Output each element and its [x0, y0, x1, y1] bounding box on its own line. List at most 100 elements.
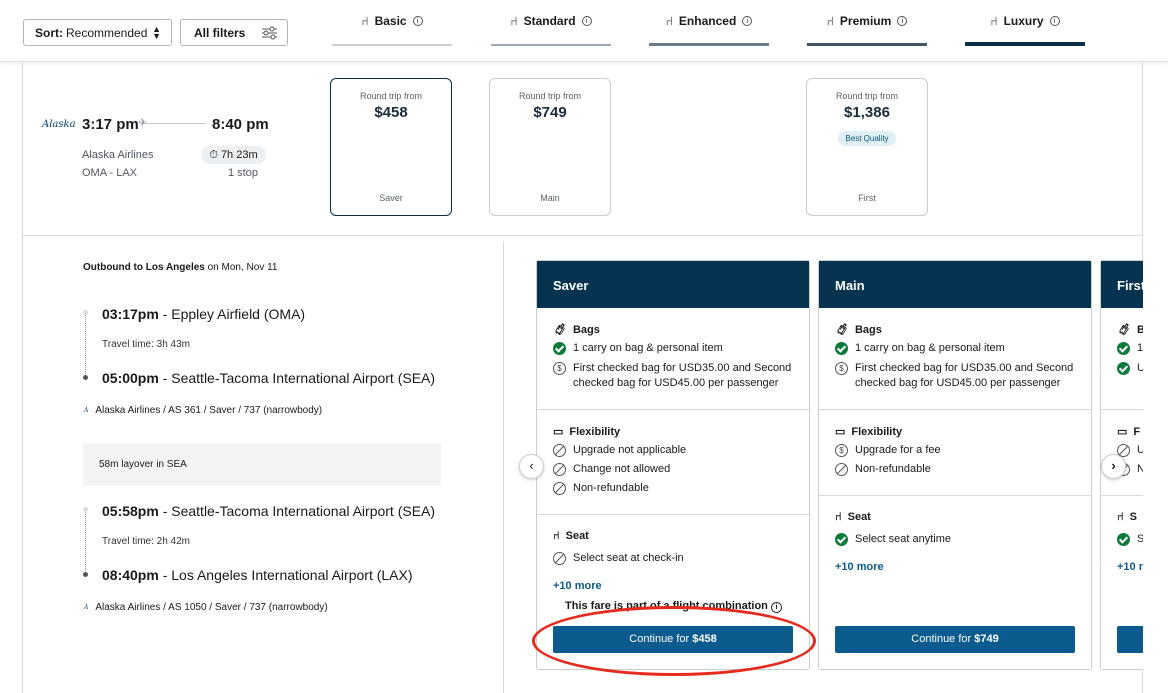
- seg1-leg-text: Alaska Airlines / AS 361 / Saver / 737 (…: [95, 405, 323, 416]
- seat-icon: ⑁: [826, 14, 834, 28]
- price-caption: Round trip from: [835, 91, 899, 101]
- check-icon: [553, 342, 566, 355]
- not-allowed-icon: [553, 552, 566, 565]
- tier-tab-premium[interactable]: ⑁ Premium i: [807, 14, 927, 46]
- all-filters-label: All filters: [194, 25, 246, 40]
- feature-text: 1 carry on bag & personal item: [855, 342, 1005, 354]
- continue-first-button[interactable]: [1117, 626, 1143, 653]
- flexibility-section: ▭ F U N: [1101, 410, 1143, 496]
- fare-title: First: [1101, 261, 1143, 308]
- segment-dot: [83, 375, 88, 380]
- airline-name: Alaska Airlines: [82, 149, 154, 161]
- feature-text: Upgrade not applicable: [573, 444, 687, 456]
- tier-tab-luxury[interactable]: ⑁ Luxury i: [965, 14, 1085, 46]
- section-title: B: [1136, 323, 1143, 336]
- bag-icon: 🧳︎: [1117, 324, 1131, 336]
- fare-title: Saver: [537, 261, 809, 308]
- seg1-arrival: 05:00pm - Seattle-Tacoma International A…: [102, 370, 435, 386]
- sort-prefix: Sort:: [35, 25, 63, 40]
- flexibility-section: ▭ Flexibility Upgrade not applicable Chan…: [537, 410, 809, 515]
- fee-icon: $: [835, 362, 848, 375]
- check-icon: [835, 533, 848, 546]
- seat-plus-icon: ⑁: [665, 14, 673, 28]
- chevron-left-icon: ‹: [529, 458, 534, 473]
- info-icon[interactable]: i: [897, 16, 908, 26]
- price-card-first[interactable]: Round trip from $1,386 Best Quality Firs…: [806, 78, 928, 216]
- tier-label: Basic: [374, 14, 407, 28]
- tier-bar: [332, 44, 452, 46]
- fare-title: Main: [819, 261, 1091, 308]
- seg1-arr-place: - Seattle-Tacoma International Airport (…: [158, 370, 436, 386]
- tier-bar: [807, 43, 927, 46]
- seat-section: ⑁ Seat Select seat anytime: [819, 496, 1091, 547]
- seg2-dep-time: 05:58pm: [102, 503, 159, 519]
- route-codes: OMA - LAX: [82, 167, 138, 179]
- seat-icon: ⑁: [361, 14, 369, 28]
- fare-name: Main: [540, 193, 560, 203]
- info-icon[interactable]: i: [581, 16, 592, 26]
- more-features-link[interactable]: +10 m: [1117, 561, 1143, 573]
- outbound-header: Outbound to Los Angeles on Mon, Nov 11: [83, 262, 277, 273]
- seat-section: ⑁ S S: [1101, 496, 1143, 547]
- sort-dropdown[interactable]: Sort: Recommended ▲ ▼: [23, 19, 172, 46]
- seg2-arr-place: - Los Angeles International Airport (LAX…: [158, 567, 413, 583]
- more-features-link[interactable]: +10 more: [553, 580, 809, 592]
- price-caption: Round trip from: [518, 91, 582, 101]
- price-card-main[interactable]: Round trip from $749 Main: [489, 78, 611, 216]
- highlight-annotation: [532, 606, 816, 676]
- outbound-destination: Outbound to Los Angeles: [83, 262, 205, 273]
- seg1-dep-time: 03:17pm: [102, 306, 159, 322]
- flat-seat-icon: ⑁: [990, 14, 998, 28]
- feature-text: Select seat anytime: [855, 533, 951, 545]
- seg2-dep-place: - Seattle-Tacoma International Airport (…: [158, 503, 436, 519]
- button-prefix: Continue for: [911, 633, 975, 645]
- tier-label: Standard: [523, 14, 576, 28]
- feature-text: Non-refundable: [573, 482, 649, 494]
- seg2-flight-info: A Alaska Airlines / AS 1050 / Saver / 737…: [84, 602, 328, 613]
- sort-value: Recommended: [66, 25, 148, 40]
- all-filters-button[interactable]: All filters: [180, 19, 288, 46]
- stopwatch-icon: ⏱: [209, 148, 218, 161]
- price-card-saver[interactable]: Round trip from $458 Saver: [330, 78, 452, 216]
- feature-text: First checked bag for USD35.00 and Secon…: [855, 362, 1074, 389]
- seat-icon: ⑁: [835, 511, 842, 523]
- ticket-icon: ▭: [1117, 426, 1128, 438]
- tier-tab-basic[interactable]: ⑁ Basic i: [332, 14, 452, 46]
- price-value: $1,386: [844, 104, 890, 121]
- seg1-departure: 03:17pm - Eppley Airfield (OMA): [102, 306, 305, 322]
- bags-section: 🧳︎ Bags 1 carry on bag & personal item $ F…: [537, 308, 809, 410]
- tier-tab-enhanced[interactable]: ⑁ Enhanced i: [649, 14, 769, 46]
- feature-text: U: [1137, 362, 1143, 374]
- seg1-travel-time: Travel time: 3h 43m: [102, 339, 190, 350]
- flexibility-section: ▭ Flexibility $ Upgrade for a fee Non-refu…: [819, 410, 1091, 496]
- info-icon[interactable]: i: [1049, 16, 1060, 26]
- seg1-arr-time: 05:00pm: [102, 370, 159, 386]
- best-quality-badge: Best Quality: [838, 131, 896, 146]
- seg2-arrival: 08:40pm - Los Angeles International Airp…: [102, 567, 413, 583]
- tier-label: Enhanced: [678, 14, 737, 28]
- feature-text: First checked bag for USD35.00 and Secon…: [573, 362, 792, 389]
- duration-text: 7h 23m: [220, 149, 258, 161]
- segment-dot: [83, 507, 88, 512]
- filter-bar: Sort: Recommended ▲ ▼ All filters ⑁ Basic i…: [0, 0, 1168, 62]
- feature-text: U: [1137, 444, 1143, 456]
- section-title: F: [1133, 425, 1141, 438]
- feature-text: Upgrade for a fee: [855, 444, 941, 456]
- tier-tab-standard[interactable]: ⑁ Standard i: [491, 14, 611, 46]
- plane-icon: ✈: [138, 117, 148, 129]
- not-allowed-icon: [553, 463, 566, 476]
- carousel-next-button[interactable]: ›: [1101, 454, 1126, 479]
- feature-text: S: [1137, 533, 1143, 545]
- more-features-link[interactable]: +10 more: [835, 561, 1091, 573]
- carousel-prev-button[interactable]: ‹: [519, 454, 544, 479]
- section-title: Flexibility: [851, 425, 903, 438]
- info-icon[interactable]: i: [770, 602, 782, 613]
- continue-main-button[interactable]: Continue for $749: [835, 626, 1075, 653]
- fee-icon: $: [553, 362, 566, 375]
- info-icon[interactable]: i: [742, 16, 753, 26]
- ticket-icon: ▭: [835, 426, 846, 438]
- price-value: $749: [533, 104, 567, 121]
- check-icon: [1117, 362, 1130, 375]
- section-title: S: [1129, 511, 1137, 523]
- info-icon[interactable]: i: [412, 16, 423, 26]
